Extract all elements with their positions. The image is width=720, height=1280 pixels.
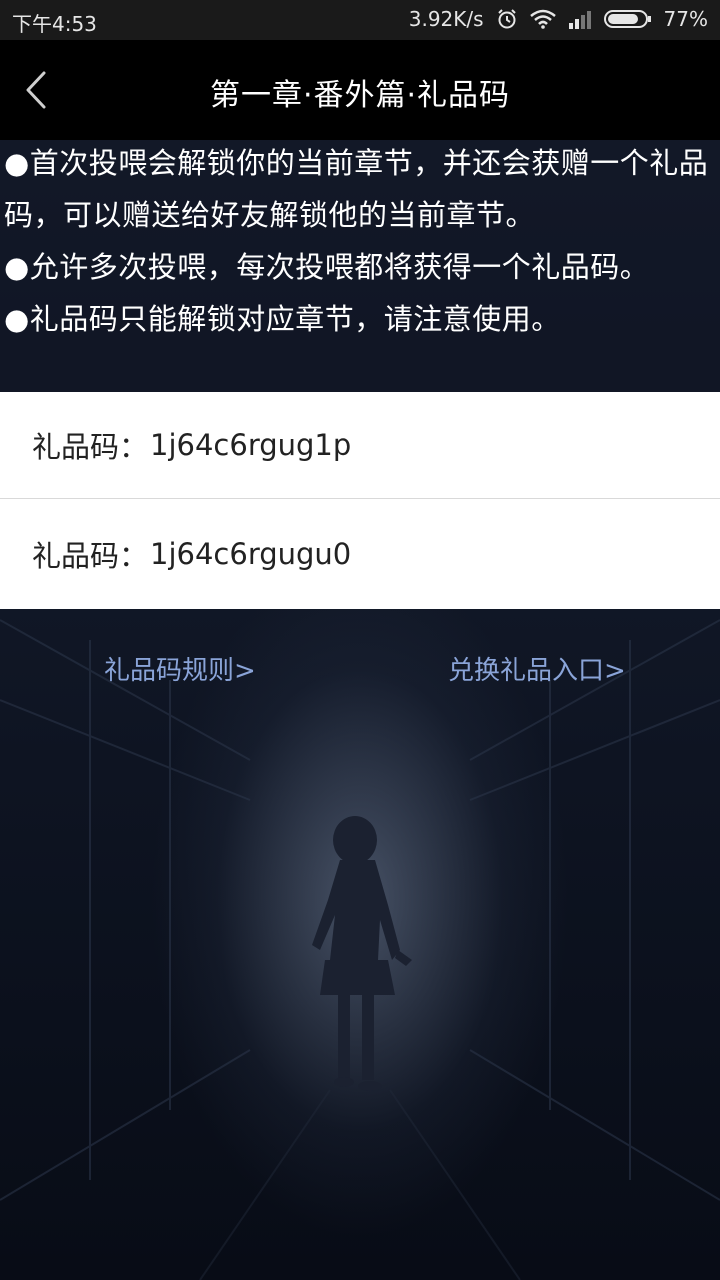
rule-item: ●礼品码只能解锁对应章节，请注意使用。 [4,302,561,336]
network-speed: 3.92K/s [408,7,484,31]
redeem-gift-link[interactable]: 兑换礼品入口> [448,650,626,687]
gift-code-row[interactable]: 礼品码： 1j64c6rgug1p [0,392,720,499]
rule-item: ●允许多次投喂，每次投喂都将获得一个礼品码。 [4,250,650,284]
gift-code-label: 礼品码： [32,539,149,573]
signal-icon [568,9,592,29]
gift-code-value: 1j64c6rgug1p [150,428,352,462]
battery-icon [603,9,652,29]
gift-code-list: 礼品码： 1j64c6rgug1p 礼品码： 1j64c6rgugu0 [0,392,720,609]
battery-percent: 77% [663,7,708,31]
status-right-group: 3.92K/s 77% [409,7,708,31]
gift-code-label: 礼品码： [32,430,149,464]
links-row: 礼品码规则> 兑换礼品入口> [0,650,720,690]
rules-section: ●首次投喂会解锁你的当前章节，并还会获赠一个礼品码，可以赠送给好友解锁他的当前章… [0,140,720,392]
rule-item: ●首次投喂会解锁你的当前章节，并还会获赠一个礼品码，可以赠送给好友解锁他的当前章… [4,146,709,232]
gift-code-row[interactable]: 礼品码： 1j64c6rgugu0 [0,499,720,609]
girl-silhouette-image [312,816,412,1091]
gift-code-rules-link[interactable]: 礼品码规则> [104,650,256,687]
wifi-icon [529,9,556,29]
status-bar: 下午4:53 3.92K/s 77% [0,0,720,40]
gift-code-value: 1j64c6rgugu0 [150,537,352,571]
page-title: 第一章·番外篇·礼品码 [209,78,511,113]
alarm-icon [496,8,518,30]
status-time: 下午4:53 [12,12,97,36]
nav-bar: 第一章·番外篇·礼品码 [0,40,720,140]
